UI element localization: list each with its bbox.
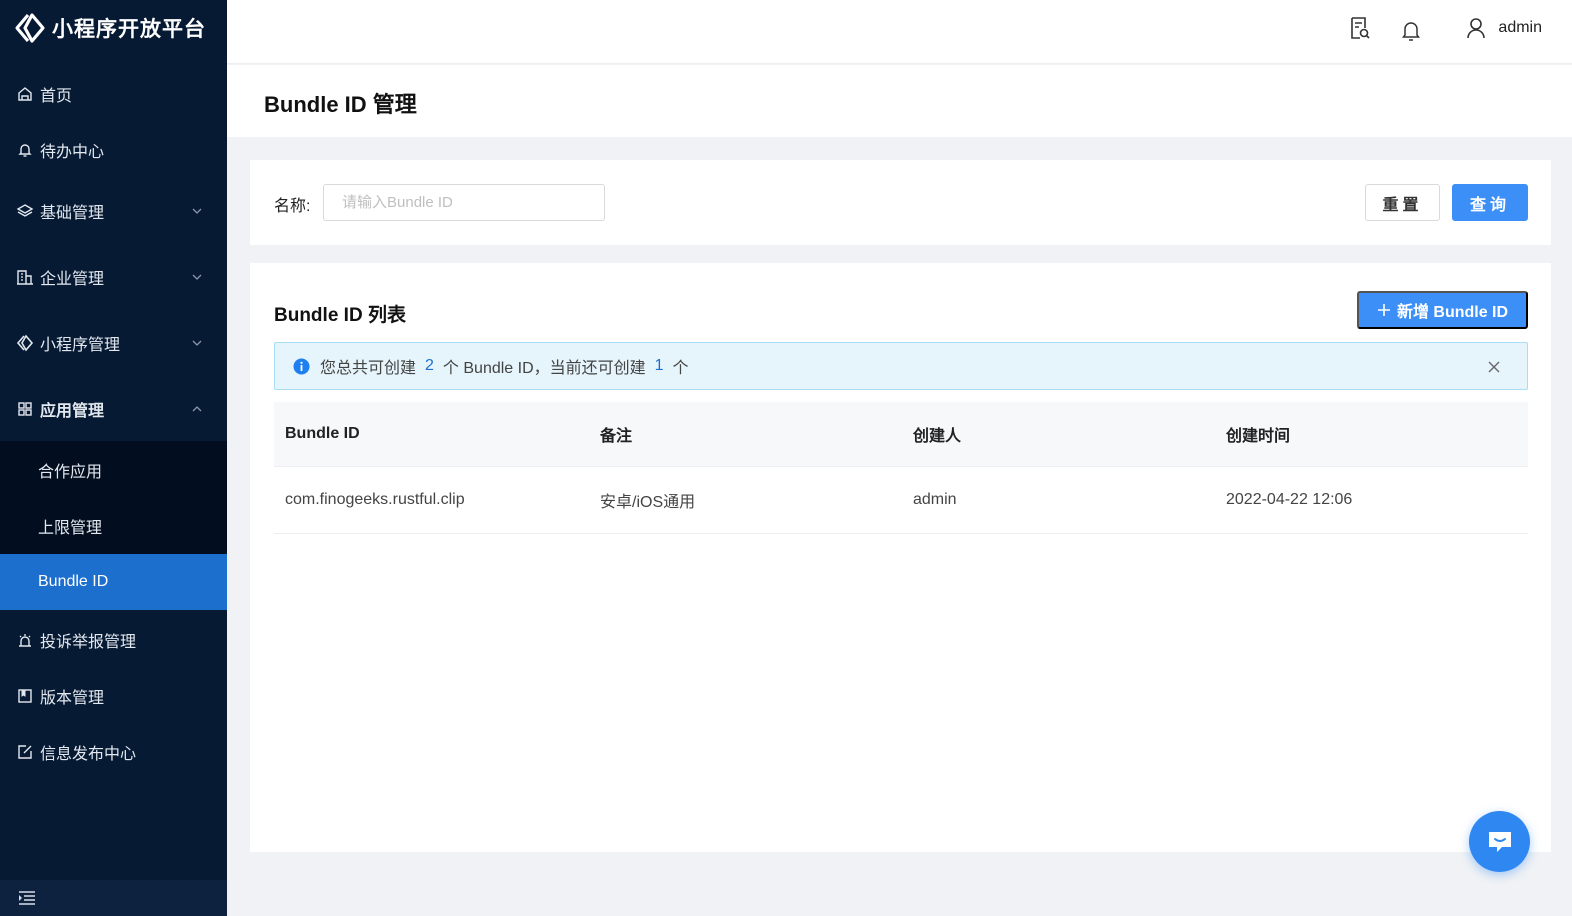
layers-icon	[16, 202, 34, 220]
top-bar: admin	[227, 0, 1572, 64]
sidebar-item-label: 首页	[40, 88, 73, 105]
document-search-icon[interactable]	[1349, 16, 1371, 45]
notification-bell-icon[interactable]	[1401, 20, 1421, 47]
list-title: Bundle ID 列表	[274, 305, 406, 326]
chevron-up-icon	[192, 406, 202, 412]
alert-total-count: 2	[425, 357, 434, 374]
cell-created-time: 2022-04-22 12:06	[1226, 491, 1353, 508]
close-icon[interactable]	[1487, 360, 1501, 374]
sidebar-item-version[interactable]: 版本管理	[0, 668, 227, 724]
sidebar-subitem-partner-apps[interactable]: 合作应用	[0, 442, 227, 498]
sidebar-item-miniprogram[interactable]: 小程序管理	[0, 310, 227, 376]
sidebar-item-publish-center[interactable]: 信息发布中心	[0, 724, 227, 780]
alert-middle: 个 Bundle ID，当前还可创建	[442, 360, 646, 377]
sidebar-item-home[interactable]: 首页	[0, 66, 227, 122]
quota-alert: 您总共可创建 2 个 Bundle ID，当前还可创建 1 个	[274, 342, 1528, 390]
grid-icon	[16, 400, 34, 418]
page-header: Bundle ID 管理	[227, 65, 1572, 137]
sidebar-item-label: 小程序管理	[40, 337, 121, 354]
sidebar-collapse-toggle[interactable]	[0, 880, 227, 916]
alert-remaining-count: 1	[654, 357, 664, 374]
table-row[interactable]: com.finogeeks.rustful.clip 安卓/iOS通用 admi…	[274, 467, 1528, 534]
query-button[interactable]: 查询	[1452, 184, 1528, 221]
sidebar: 小程序开放平台 首页 待办中心 基础管理 企业管理 小程序管理 应用管理 合作应…	[0, 0, 227, 916]
sidebar-item-application[interactable]: 应用管理	[0, 376, 227, 442]
chat-icon	[1488, 831, 1511, 852]
reset-button[interactable]: 重置	[1365, 184, 1440, 221]
cell-bundle-id: com.finogeeks.rustful.clip	[285, 491, 465, 508]
user-menu[interactable]: admin	[1466, 17, 1542, 39]
alert-prefix: 您总共可创建	[320, 360, 417, 377]
sidebar-item-label: 企业管理	[40, 271, 105, 288]
column-header-creator: 创建人	[913, 428, 962, 445]
column-header-remark: 备注	[600, 428, 633, 445]
chevron-down-icon	[192, 340, 202, 346]
chevron-down-icon	[192, 208, 202, 214]
search-panel: 名称: 重置 查询	[250, 160, 1551, 245]
username: admin	[1498, 19, 1542, 36]
miniprogram-logo-icon	[15, 13, 45, 43]
sidebar-item-todo[interactable]: 待办中心	[0, 122, 227, 178]
sidebar-item-label: 版本管理	[40, 690, 105, 707]
sidebar-item-label: 基础管理	[40, 205, 105, 222]
sidebar-subitem-label: Bundle ID	[38, 573, 109, 590]
plus-icon	[1377, 304, 1390, 316]
cell-remark: 安卓/iOS通用	[600, 494, 696, 511]
miniprogram-icon	[16, 334, 34, 352]
table-header: Bundle ID 备注 创建人 创建时间	[274, 402, 1528, 467]
info-icon	[293, 358, 310, 374]
building-icon	[16, 268, 34, 286]
chevron-down-icon	[192, 274, 202, 280]
edit-icon	[16, 743, 34, 761]
user-icon	[1467, 18, 1486, 39]
sidebar-item-enterprise[interactable]: 企业管理	[0, 244, 227, 310]
app-logo[interactable]: 小程序开放平台	[0, 0, 227, 56]
sidebar-item-label: 待办中心	[40, 144, 105, 161]
sidebar-item-label: 信息发布中心	[40, 746, 137, 763]
name-label: 名称:	[274, 198, 311, 215]
book-icon	[16, 687, 34, 705]
sidebar-item-complaints[interactable]: 投诉举报管理	[0, 612, 227, 668]
add-bundle-id-button[interactable]: 新增 Bundle ID	[1357, 291, 1528, 329]
sidebar-subitem-label: 上限管理	[38, 520, 103, 537]
alert-suffix: 个	[672, 360, 689, 377]
sidebar-item-basic[interactable]: 基础管理	[0, 178, 227, 244]
column-header-bundle-id: Bundle ID	[285, 425, 360, 442]
app-title: 小程序开放平台	[52, 18, 206, 41]
add-bundle-id-label: 新增 Bundle ID	[1396, 304, 1509, 321]
bundle-id-search-input[interactable]	[323, 184, 605, 221]
sidebar-subitem-bundle-id[interactable]: Bundle ID	[0, 554, 227, 610]
sidebar-item-label: 应用管理	[40, 403, 105, 420]
menu-fold-icon	[19, 891, 35, 905]
bell-icon	[16, 141, 34, 159]
alarm-icon	[16, 631, 34, 649]
sidebar-subitem-label: 合作应用	[38, 464, 103, 481]
bundle-id-table: Bundle ID 备注 创建人 创建时间 com.finogeeks.rust…	[274, 402, 1528, 534]
column-header-created-time: 创建时间	[1226, 428, 1291, 445]
home-icon	[16, 85, 34, 103]
sidebar-item-label: 投诉举报管理	[40, 634, 137, 651]
chat-support-button[interactable]	[1469, 811, 1530, 872]
sidebar-subitem-limit-management[interactable]: 上限管理	[0, 498, 227, 554]
cell-creator: admin	[913, 491, 957, 508]
page-title: Bundle ID 管理	[264, 92, 417, 117]
bundle-id-list-panel: Bundle ID 列表 新增 Bundle ID 您总共可创建 2 个 Bun…	[250, 263, 1551, 852]
